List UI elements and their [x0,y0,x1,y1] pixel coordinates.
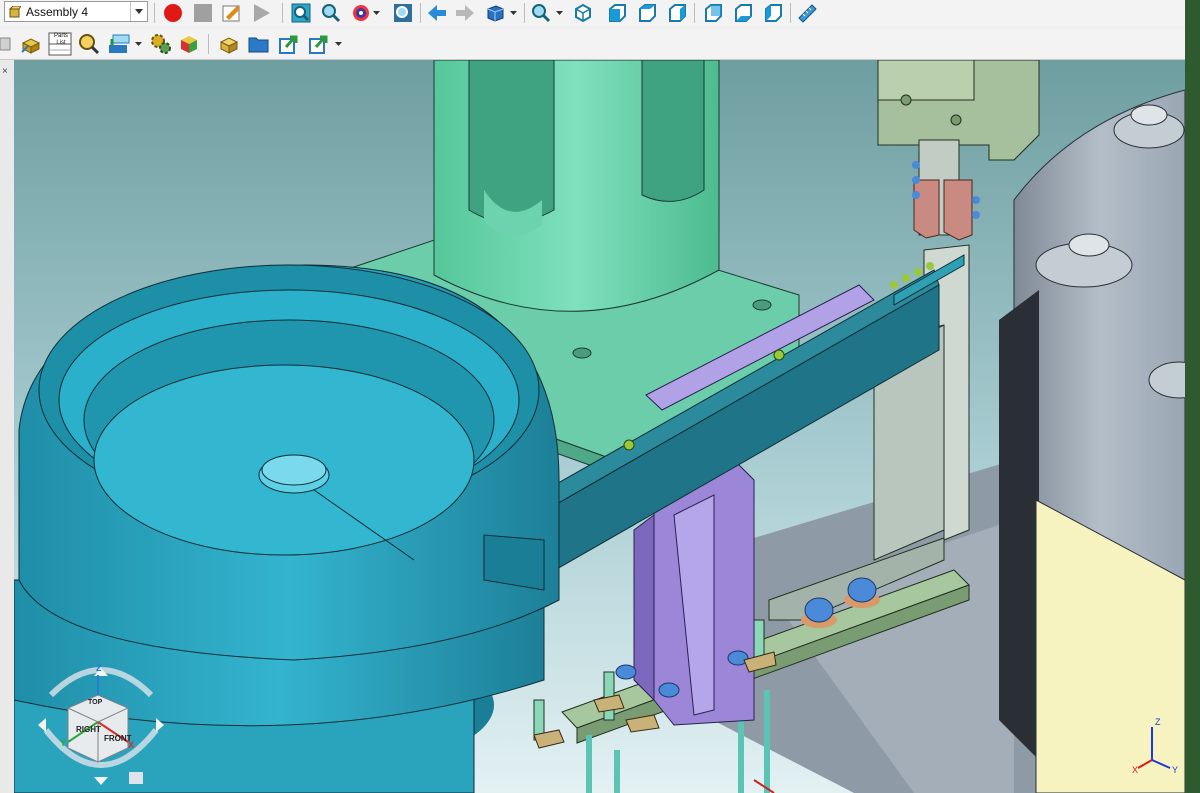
measure-button[interactable] [796,2,818,24]
orbit-icon [353,5,369,21]
chevron-down-icon[interactable] [335,40,342,47]
play-macro-button[interactable] [250,2,272,24]
close-icon[interactable]: × [2,66,8,77]
zoom-dynamic-button[interactable] [320,2,342,24]
stop-macro-button[interactable] [192,2,214,24]
orbit-button[interactable] [350,2,372,24]
edit-icon [222,5,240,22]
record-icon [164,4,182,22]
assembly-toolbar: Parts List [0,29,1185,60]
export-button[interactable] [278,33,300,55]
record-macro-button[interactable] [162,2,184,24]
parts-list-label-1: Parts [53,33,68,39]
3d-viewport[interactable]: RIGHT FRONT TOP Z X Y Z X Y [14,60,1185,793]
assembly-selector[interactable]: Assembly 4 [4,1,148,22]
next-view-button[interactable] [454,2,476,24]
arrow-left-icon [428,5,446,21]
chevron-down-icon[interactable] [510,9,517,16]
back-cube-icon [705,4,722,22]
view-isometric-button[interactable] [572,2,594,24]
view-front-button[interactable] [606,2,628,24]
chevron-down-icon[interactable] [130,2,147,21]
folder-icon [248,37,269,53]
zoom-options-button[interactable] [530,2,552,24]
zoom-window-button[interactable] [290,2,312,24]
iso-cube-icon [575,3,591,23]
standard-views-button[interactable] [484,2,506,24]
desktop-background-edge [1185,0,1200,793]
insert-icon [109,34,130,53]
color-cube-button[interactable] [178,33,200,55]
model-scene [14,60,1185,793]
magnifier-icon [79,34,100,55]
stop-icon [194,4,212,22]
chevron-down-icon[interactable] [373,9,380,16]
new-part-button[interactable] [218,33,240,55]
gears-button[interactable] [150,33,172,55]
color-cube-icon [181,36,197,53]
cube-face-right[interactable]: RIGHT [76,726,101,734]
fit-view-button[interactable] [392,2,414,24]
triad-axis-y: Y [1172,765,1179,775]
view-back-button[interactable] [702,2,724,24]
assembly-selector-value: Assembly 4 [26,4,89,19]
view-top-button[interactable] [636,2,658,24]
axis-triad: Z X Y [1132,715,1182,775]
chevron-down-icon[interactable] [135,40,142,47]
export-icon [309,35,328,54]
insert-part-button[interactable] [20,33,42,55]
open-folder-button[interactable] [248,33,270,55]
main-toolbar: Assembly 4 [0,0,1185,26]
previous-view-button[interactable] [426,2,448,24]
view-bottom-button[interactable] [732,2,754,24]
triad-axis-x: X [1132,765,1139,775]
component-icon [0,37,11,51]
insert-component-button[interactable] [108,33,130,55]
cube-face-top[interactable]: TOP [88,699,102,706]
play-icon [254,4,270,22]
cube-views-icon [487,5,504,22]
new-part-icon [219,37,239,54]
cube-axis-x: X [128,740,135,750]
navigation-cube[interactable]: RIGHT FRONT TOP Z X Y [36,650,166,790]
front-cube-icon [609,4,626,22]
chevron-down-icon[interactable] [556,9,563,16]
view-right-button[interactable] [666,2,688,24]
gears-icon [151,34,171,54]
fit-view-icon [394,4,412,22]
cube-axis-y: Y [60,738,67,748]
left-cube-icon [765,4,782,22]
component-properties-button[interactable] [0,33,16,55]
edit-macro-button[interactable] [222,2,244,24]
zoom-icon [322,4,341,23]
parts-list-label-2: List [56,40,66,46]
assembly-icon [9,5,21,17]
ruler-icon [798,4,817,23]
top-cube-icon [639,4,656,22]
nav-arrow-right [156,718,164,732]
component-icon [21,38,41,54]
nav-arrow-down [94,777,108,785]
bottom-cube-icon [735,4,752,22]
inspect-button[interactable] [78,33,100,55]
left-panel-edge[interactable]: × [0,60,15,793]
cube-axis-z: Z [96,663,102,673]
nav-arrow-left [38,718,46,732]
right-cube-icon [669,4,686,22]
zoom-window-icon [291,3,311,23]
view-left-button[interactable] [762,2,784,24]
export-icon [279,35,298,54]
triad-axis-z: Z [1155,717,1161,727]
export-options-button[interactable] [308,33,330,55]
zoom-icon [532,4,551,23]
arrow-right-icon [456,5,474,21]
